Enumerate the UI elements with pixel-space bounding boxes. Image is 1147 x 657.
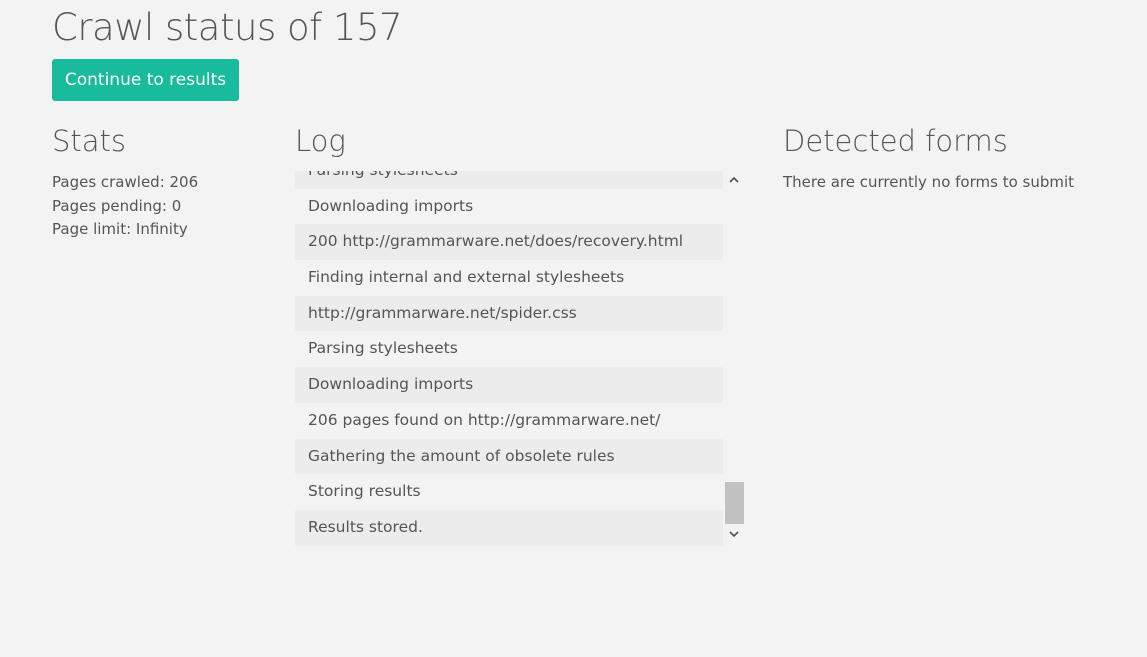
chevron-down-icon [729,531,739,538]
log-entry: Downloading imports [308,196,474,215]
stats-panel: Pages crawled: 206 Pages pending: 0 Page… [52,171,198,242]
pages-crawled-stat: Pages crawled: 206 [52,173,199,191]
log-entry: Results stored. [295,509,723,546]
log-list: Parsing stylesheets Downloading imports … [295,171,723,546]
scroll-down-button[interactable] [723,526,745,546]
scroll-up-button[interactable] [723,171,745,191]
no-forms-message: There are currently no forms to submit [783,173,1075,191]
log-entry: Gathering the amount of obsolete rules [295,438,723,475]
log-entry: Downloading imports [295,367,723,403]
scroll-thumb[interactable] [725,482,744,524]
log-entry: Parsing stylesheets [295,171,723,189]
log-entry: http://grammarware.net/spider.css [295,295,723,332]
page-limit-stat: Page limit: Infinity [52,220,188,238]
log-entry: 200 http://grammarware.net/does/recovery… [295,224,723,261]
chevron-up-icon [729,176,739,183]
log-heading: Log [295,124,346,158]
log-entry: Storing results [308,482,421,501]
continue-to-results-button[interactable]: Continue to results [52,59,239,101]
log-entry: Parsing stylesheets [308,339,458,358]
log-scrollbar[interactable] [723,171,745,546]
forms-heading: Detected forms [783,124,1008,158]
log-entry: Finding internal and external stylesheet… [308,268,625,287]
log-entry: 206 pages found on http://grammarware.ne… [308,410,661,429]
page-title: Crawl status of 157 [52,6,403,49]
stats-heading: Stats [52,124,127,158]
pages-pending-stat: Pages pending: 0 [52,196,182,215]
log-panel[interactable]: Parsing stylesheets Downloading imports … [295,171,745,546]
